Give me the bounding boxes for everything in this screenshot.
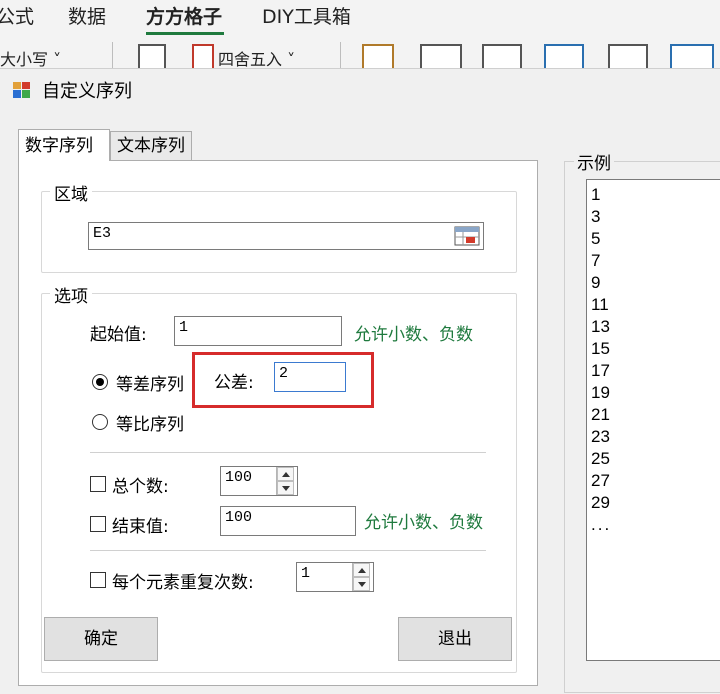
region-value: E3 <box>93 225 112 242</box>
geometric-radio[interactable] <box>92 414 108 430</box>
start-value-text: 1 <box>179 319 189 336</box>
repeat-checkbox[interactable] <box>90 572 106 588</box>
list-item: 7 <box>591 251 601 270</box>
list-item: 29 <box>591 493 610 512</box>
transpose-icon[interactable] <box>544 44 584 70</box>
list-item: 15 <box>591 339 610 358</box>
difference-highlight <box>192 352 374 408</box>
example-list[interactable]: 1 3 5 7 9 11 13 15 17 19 21 23 25 27 29 … <box>586 179 720 661</box>
total-count-label: 总个数: <box>112 477 169 497</box>
region-group: 区域 E3 <box>41 180 517 273</box>
arithmetic-label: 等差序列 <box>116 375 184 395</box>
list-item: 21 <box>591 405 610 424</box>
tab-text-sequence[interactable]: 文本序列 <box>110 131 192 161</box>
total-count-stepper[interactable] <box>276 467 294 495</box>
round-dropdown[interactable]: 四舍五入 ˅ <box>218 46 295 70</box>
region-input[interactable]: E3 <box>88 222 484 250</box>
list-item: 25 <box>591 449 610 468</box>
active-tab-indicator <box>146 32 224 35</box>
list-item-ellipsis: ... <box>591 515 612 534</box>
list-item: 17 <box>591 361 610 380</box>
chart-icon[interactable] <box>670 44 714 70</box>
tab-number-sequence[interactable]: 数字序列 <box>18 129 110 161</box>
layout-icon[interactable] <box>608 44 648 70</box>
chevron-down-icon <box>282 486 290 491</box>
round-icon[interactable] <box>192 44 214 70</box>
list-item: 5 <box>591 229 601 248</box>
list-item: 23 <box>591 427 610 446</box>
options-group: 选项 起始值: 1 允许小数、负数 等差序列 公差: 2 等比序列 总个数: 1… <box>41 282 517 673</box>
arithmetic-radio[interactable] <box>92 374 108 390</box>
grid-icon[interactable] <box>482 44 522 70</box>
ribbon-separator <box>340 42 341 70</box>
geometric-label: 等比序列 <box>116 415 184 435</box>
end-value-label: 结束值: <box>112 517 169 537</box>
options-group-title: 选项 <box>50 282 92 307</box>
example-title: 示例 <box>574 149 614 174</box>
stepper-up-button[interactable] <box>353 563 370 577</box>
stepper-down-button[interactable] <box>277 481 294 495</box>
chevron-down-icon <box>358 582 366 587</box>
ribbon-tab-formula[interactable]: 公式 <box>0 2 34 29</box>
document-icon[interactable] <box>138 44 166 70</box>
list-item: 11 <box>591 295 609 314</box>
table-icon[interactable] <box>420 44 462 70</box>
region-group-title: 区域 <box>50 180 92 205</box>
ribbon-separator <box>112 42 113 70</box>
range-select-icon[interactable] <box>454 226 480 246</box>
divider <box>90 550 486 551</box>
ribbon-tab-diy[interactable]: DIY工具箱 <box>262 2 351 29</box>
list-item: 19 <box>591 383 610 402</box>
total-count-checkbox[interactable] <box>90 476 106 492</box>
start-value-input[interactable]: 1 <box>174 316 342 346</box>
repeat-label: 每个元素重复次数: <box>112 573 254 593</box>
list-item: 1 <box>591 185 601 204</box>
end-value-checkbox[interactable] <box>90 516 106 532</box>
stepper-up-button[interactable] <box>277 467 294 481</box>
clipboard-icon[interactable] <box>362 44 394 70</box>
start-value-hint: 允许小数、负数 <box>354 325 473 345</box>
end-value-input[interactable]: 100 <box>220 506 356 536</box>
end-value-text: 100 <box>225 509 253 526</box>
total-count-value: 100 <box>225 469 253 486</box>
list-item: 9 <box>591 273 601 292</box>
dialog-title: 自定义序列 <box>42 81 132 102</box>
app-icon <box>13 82 30 98</box>
repeat-stepper[interactable] <box>352 563 370 591</box>
chevron-up-icon <box>282 472 290 477</box>
repeat-value: 1 <box>301 565 311 582</box>
ok-button[interactable]: 确定 <box>44 617 158 661</box>
case-dropdown[interactable]: 大小写 ˅ <box>0 46 61 70</box>
custom-sequence-dialog: 自定义序列 数字序列 文本序列 区域 E3 选项 起始值: 1 允许小数、负数 … <box>0 68 720 694</box>
start-value-label: 起始值: <box>90 325 147 345</box>
ribbon-tab-fangfang[interactable]: 方方格子 <box>146 2 222 29</box>
stepper-down-button[interactable] <box>353 577 370 591</box>
excel-ribbon: 公式 数据 方方格子 DIY工具箱 大小写 ˅ 四舍五入 ˅ <box>0 0 720 72</box>
exit-button[interactable]: 退出 <box>398 617 512 661</box>
chevron-up-icon <box>358 568 366 573</box>
number-sequence-panel: 区域 E3 选项 起始值: 1 允许小数、负数 等差序列 公差: 2 等比序列 … <box>18 160 538 686</box>
divider <box>90 452 486 453</box>
list-item: 27 <box>591 471 610 490</box>
list-item: 13 <box>591 317 610 336</box>
end-value-hint: 允许小数、负数 <box>364 513 483 533</box>
ribbon-tab-data[interactable]: 数据 <box>68 2 106 29</box>
list-item: 3 <box>591 207 601 226</box>
